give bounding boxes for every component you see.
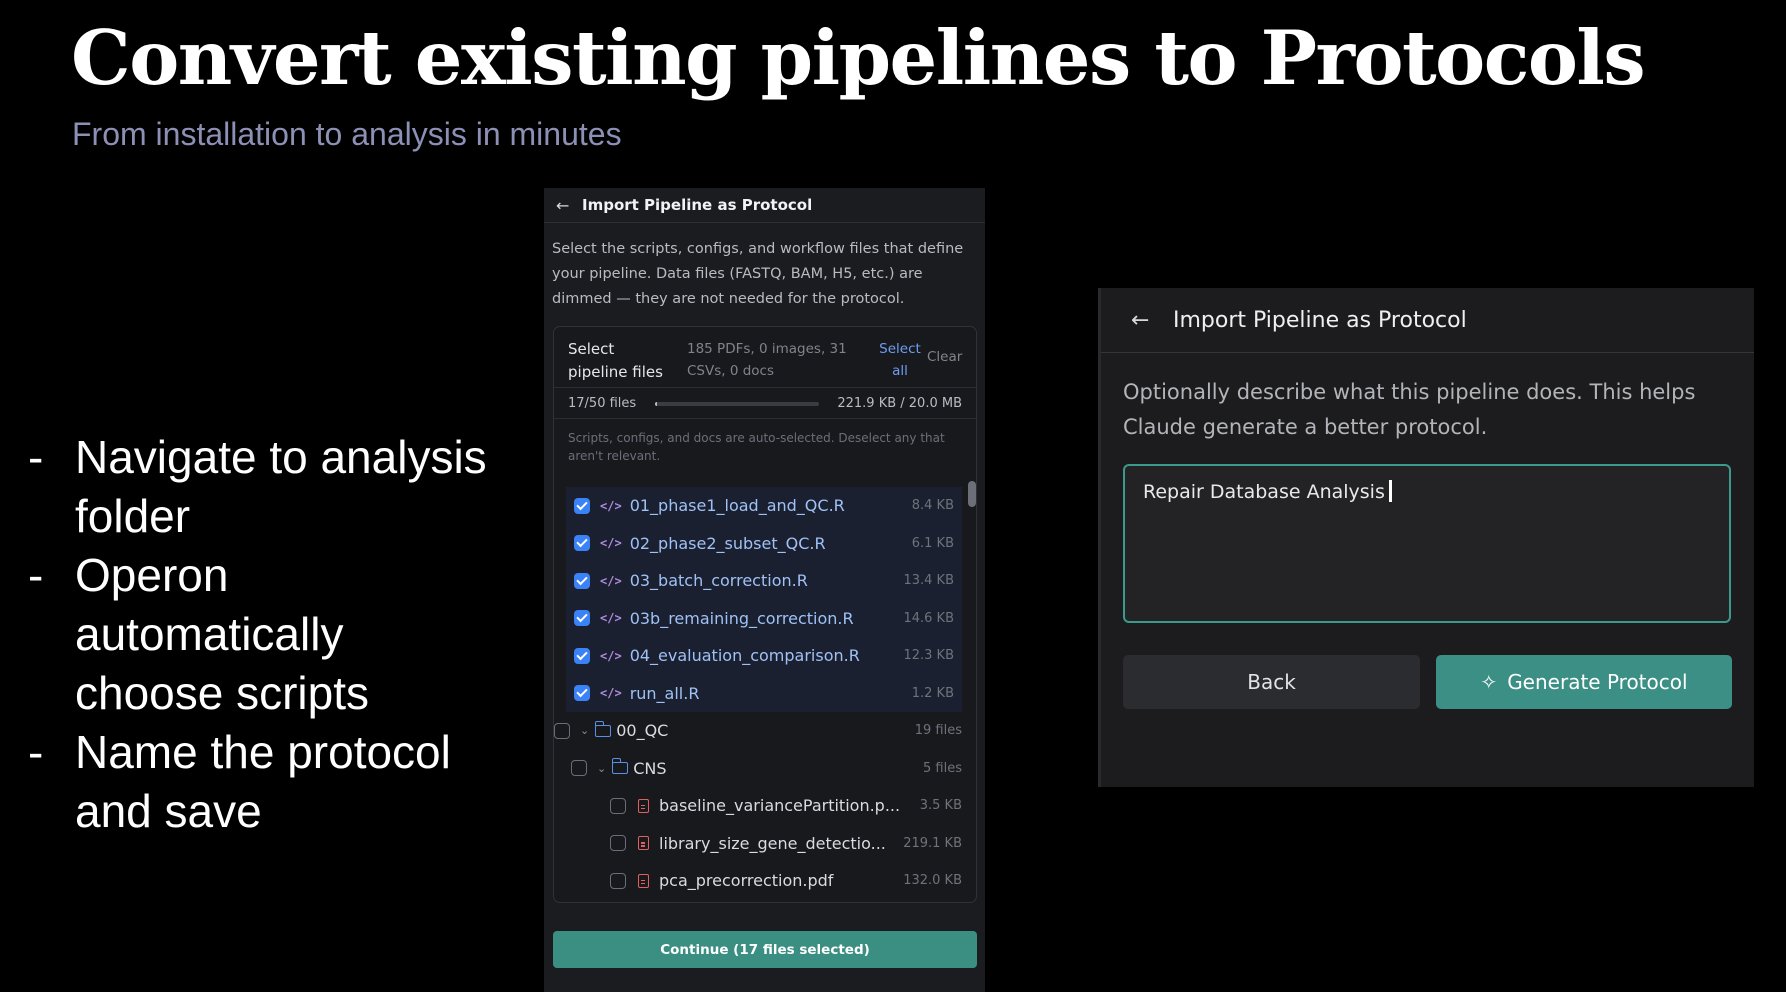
folder-count: 19 files — [914, 723, 962, 739]
file-size: 14.6 KB — [903, 610, 954, 626]
folder-name: 00_QC — [616, 721, 669, 741]
code-file-icon: </> — [600, 573, 622, 588]
checkbox[interactable] — [574, 535, 590, 552]
file-picker-panel: ← Import Pipeline as Protocol Select the… — [544, 188, 985, 992]
code-file-icon: </> — [600, 498, 622, 513]
file-selection-heading: Select pipeline files — [568, 340, 663, 381]
bullet-item: - Name the protocol and save — [28, 726, 451, 837]
checkbox[interactable] — [610, 835, 626, 852]
selection-progress: 17/50 files 221.9 KB / 20.0 MB — [554, 388, 976, 419]
slide-subtitle: From installation to analysis in minutes — [72, 116, 622, 152]
checkbox[interactable] — [574, 647, 590, 664]
folder-row[interactable]: ⌄ CNS 5 files — [554, 750, 976, 788]
clear-button[interactable]: Clear — [927, 349, 962, 365]
back-arrow-icon[interactable]: ← — [556, 196, 582, 215]
checkbox[interactable] — [554, 722, 570, 739]
file-picker-title: Import Pipeline as Protocol — [582, 196, 813, 214]
file-name: 01_phase1_load_and_QC.R — [629, 496, 845, 516]
file-list: </> 01_phase1_load_and_QC.R 8.4 KB </> 0… — [554, 487, 976, 900]
auto-select-note: Scripts, configs, and docs are auto-sele… — [568, 431, 945, 463]
generate-protocol-label: Generate Protocol — [1507, 670, 1688, 694]
size-progress-fill — [655, 402, 657, 406]
file-picker-header: ← Import Pipeline as Protocol — [544, 188, 985, 223]
generate-protocol-button[interactable]: ✧ Generate Protocol — [1436, 655, 1732, 709]
file-count: 17/50 files — [568, 396, 637, 411]
file-row[interactable]: </> 02_phase2_subset_QC.R 6.1 KB — [566, 524, 962, 562]
file-name: library_size_gene_detectio... — [659, 833, 886, 853]
checkbox[interactable] — [610, 872, 626, 889]
file-size: 6.1 KB — [911, 535, 954, 551]
checkbox[interactable] — [571, 760, 587, 777]
file-row[interactable]: baseline_variancePartition.p... 3.5 KB — [554, 787, 976, 825]
slide-title: Convert existing pipelines to Protocols — [71, 14, 1646, 102]
bullet-item: - Operon automatically choose scripts — [28, 549, 370, 719]
folder-icon — [611, 758, 629, 775]
checkbox[interactable] — [574, 685, 590, 702]
bullet-item: - Navigate to analysis folder — [28, 431, 487, 542]
folder-icon — [594, 720, 612, 737]
checkbox[interactable] — [574, 497, 590, 514]
file-selection-toolbar: Select pipeline files 185 PDFs, 0 images… — [554, 327, 976, 388]
checkbox[interactable] — [610, 797, 626, 814]
chevron-down-icon[interactable]: ⌄ — [580, 724, 589, 737]
code-file-icon: </> — [600, 648, 622, 663]
file-row[interactable]: </> run_all.R 1.2 KB — [566, 674, 962, 712]
file-name: 03b_remaining_correction.R — [629, 608, 854, 628]
checkbox[interactable] — [574, 572, 590, 589]
protocol-description-input[interactable]: Repair Database Analysis — [1123, 464, 1731, 623]
file-row[interactable]: library_size_gene_detectio... 219.1 KB — [554, 825, 976, 863]
select-all-button[interactable]: Select all — [872, 338, 928, 382]
continue-button[interactable]: Continue (17 files selected) — [553, 931, 977, 968]
file-picker-description: Select the scripts, configs, and workflo… — [552, 241, 964, 307]
pdf-file-icon — [638, 836, 649, 851]
code-file-icon: </> — [600, 611, 622, 626]
file-row[interactable]: </> 04_evaluation_comparison.R 12.3 KB — [566, 637, 962, 675]
input-value: Repair Database Analysis — [1143, 481, 1385, 503]
text-caret — [1388, 480, 1392, 502]
file-size: 13.4 KB — [903, 573, 954, 589]
size-progress-bar — [655, 402, 819, 406]
file-name: 04_evaluation_comparison.R — [629, 646, 860, 666]
file-row[interactable]: </> 03_batch_correction.R 13.4 KB — [566, 562, 962, 600]
bullet-list: - Navigate to analysis folder - Operon aut… — [28, 428, 498, 841]
file-size: 1.2 KB — [911, 685, 954, 701]
folder-row[interactable]: ⌄ 00_QC 19 files — [554, 712, 976, 750]
file-name: pca_precorrection.pdf — [659, 871, 834, 891]
folder-name: CNS — [633, 758, 667, 778]
describe-title: Import Pipeline as Protocol — [1173, 307, 1467, 333]
code-file-icon: </> — [600, 686, 622, 701]
describe-pipeline-panel: ← Import Pipeline as Protocol Optionally… — [1098, 288, 1754, 787]
file-row[interactable]: pca_precorrection.pdf 132.0 KB — [554, 862, 976, 900]
file-name: 02_phase2_subset_QC.R — [629, 533, 826, 553]
file-name: baseline_variancePartition.p... — [659, 796, 901, 816]
file-name: run_all.R — [629, 683, 700, 703]
code-file-icon: </> — [600, 536, 622, 551]
file-size: 8.4 KB — [911, 498, 954, 514]
scrollbar-thumb[interactable] — [968, 481, 976, 507]
pdf-file-icon — [638, 873, 649, 888]
checkbox[interactable] — [574, 610, 590, 627]
sparkle-icon: ✧ — [1480, 670, 1498, 694]
describe-instructions: Optionally describe what this pipeline d… — [1123, 380, 1696, 439]
back-button[interactable]: Back — [1123, 655, 1420, 709]
pdf-file-icon — [638, 798, 649, 813]
describe-header: ← Import Pipeline as Protocol — [1101, 288, 1754, 353]
file-size: 132.0 KB — [903, 873, 962, 889]
file-size: 3.5 KB — [919, 798, 962, 814]
file-name: 03_batch_correction.R — [629, 571, 808, 591]
file-selection-box: Select pipeline files 185 PDFs, 0 images… — [553, 326, 977, 903]
file-row[interactable]: </> 01_phase1_load_and_QC.R 8.4 KB — [566, 487, 962, 525]
file-size: 219.1 KB — [903, 835, 962, 851]
file-row[interactable]: </> 03b_remaining_correction.R 14.6 KB — [566, 599, 962, 637]
file-size: 12.3 KB — [903, 648, 954, 664]
back-arrow-icon[interactable]: ← — [1131, 308, 1173, 333]
size-summary: 221.9 KB / 20.0 MB — [837, 396, 962, 411]
folder-count: 5 files — [923, 760, 962, 776]
file-type-stats: 185 PDFs, 0 images, 31 CSVs, 0 docs — [687, 341, 847, 379]
chevron-down-icon[interactable]: ⌄ — [597, 762, 606, 775]
